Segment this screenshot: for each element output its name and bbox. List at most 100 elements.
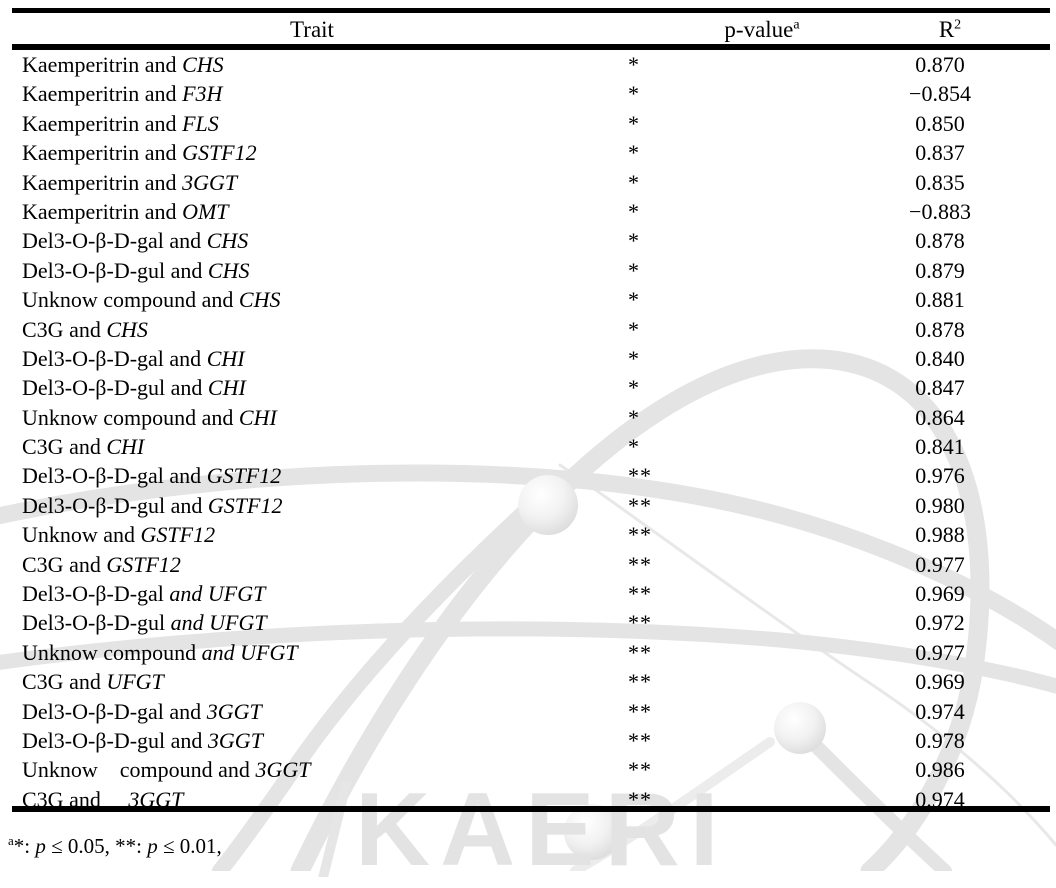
cell-trait: C3G and UFGT [22, 667, 164, 696]
table-row: Kaemperitrin and GSTF12 * 0.837 [0, 138, 1056, 167]
cell-r2-value: 0.878 [915, 316, 965, 342]
cell-p-value: * [628, 110, 640, 136]
cell-p-value: * [628, 169, 640, 195]
trait-conjunction: and [169, 581, 203, 607]
trait-compound: Del3-O-β-D-gal [22, 345, 164, 371]
trait-conjunction: and [170, 610, 204, 636]
trait-conjunction: and [69, 316, 101, 342]
cell-p-value: ** [628, 669, 652, 695]
table-bottom-rule [12, 806, 1050, 812]
trait-conjunction: and [169, 463, 202, 489]
trait-compound: C3G [22, 316, 64, 342]
cell-r2-value: 0.878 [915, 228, 965, 254]
column-header-trait: Trait [290, 17, 334, 42]
trait-gene: UFGT [240, 639, 298, 665]
cell-trait: C3G and GSTF12 [22, 550, 181, 579]
cell-p-value: ** [628, 757, 652, 783]
cell-r2-value: 0.969 [915, 581, 965, 607]
trait-gene: CHS [238, 287, 281, 313]
footnote-value-2: 0.01, [179, 834, 222, 858]
trait-gene: CHS [182, 52, 224, 77]
table-row: C3G and GSTF12 ** 0.977 [0, 550, 1056, 579]
trait-compound: Kaemperitrin [22, 140, 140, 166]
cell-p-value: * [628, 345, 640, 371]
cell-r2-value: 0.976 [915, 463, 965, 489]
trait-compound: Unknow compound [22, 287, 197, 313]
table-row: Kaemperitrin and F3H * −0.854 [0, 79, 1056, 108]
trait-compound: Del3-O-β-D-gal [22, 463, 164, 489]
table-row: C3G and UFGT ** 0.969 [0, 667, 1056, 696]
cell-trait: Del3-O-β-D-gul and UFGT [22, 608, 267, 637]
trait-gene: 3GGT [206, 698, 262, 724]
cell-r2-value: 0.977 [915, 639, 965, 665]
cell-p-value: ** [628, 698, 652, 724]
cell-r2-value: 0.847 [915, 375, 965, 401]
cell-r2-value: 0.978 [915, 727, 965, 753]
cell-trait: Unknow and GSTF12 [22, 520, 215, 549]
cell-p-value: ** [628, 610, 652, 636]
trait-compound: Unknow [22, 757, 98, 783]
trait-gene: 3GGT [182, 169, 238, 195]
trait-conjunction: and [69, 551, 101, 577]
trait-gene: GSTF12 [207, 492, 283, 518]
footnote-operator-2: ≤ [157, 834, 180, 858]
cell-r2-value: 0.881 [915, 287, 965, 313]
table-row: Unknow and GSTF12 ** 0.988 [0, 520, 1056, 549]
cell-r2-value: 0.835 [915, 169, 965, 195]
cell-trait: Kaemperitrin and FLS [22, 109, 219, 138]
cell-trait: C3G and CHS [22, 315, 148, 344]
trait-compound: Unknow [22, 522, 98, 548]
table-row: Unknow compound and 3GGT ** 0.986 [0, 755, 1056, 784]
cell-trait: Del3-O-β-D-gul and 3GGT [22, 726, 263, 755]
trait-gene: GSTF12 [106, 551, 181, 577]
cell-p-value: * [628, 198, 640, 224]
cell-p-value: ** [628, 581, 652, 607]
cell-r2-value: 0.841 [915, 434, 965, 460]
trait-gene: GSTF12 [182, 140, 257, 166]
trait-compound-continued: compound [119, 757, 213, 783]
cell-trait: Kaemperitrin and GSTF12 [22, 138, 257, 167]
footnote-part2: **: [115, 834, 148, 858]
cell-p-value: ** [628, 639, 652, 665]
cell-p-value: * [628, 140, 640, 166]
trait-conjunction: and [170, 492, 203, 518]
table-row: Del3-O-β-D-gal and CHI * 0.840 [0, 344, 1056, 373]
trait-gene: 3GGT [255, 757, 311, 783]
trait-gene: UFGT [209, 610, 267, 636]
footnote-value-1: 0.05, [67, 834, 116, 858]
cell-r2-value: 0.864 [915, 404, 965, 430]
cell-trait: C3G and CHI [22, 432, 144, 461]
trait-conjunction: and [218, 757, 250, 783]
cell-p-value: * [628, 228, 640, 254]
trait-gene: CHS [106, 316, 148, 342]
cell-r2-value: 0.969 [915, 669, 965, 695]
table-row: Unknow compound and CHI * 0.864 [0, 403, 1056, 432]
table-row: Del3-O-β-D-gal and 3GGT ** 0.974 [0, 697, 1056, 726]
column-header-r2-text: R [938, 17, 955, 42]
table-row: Del3-O-β-D-gul and UFGT ** 0.972 [0, 608, 1056, 637]
cell-trait: Del3-O-β-D-gul and CHS [22, 256, 249, 285]
cell-p-value: * [628, 404, 640, 430]
cell-p-value: * [628, 257, 640, 283]
trait-compound: Kaemperitrin [22, 169, 140, 195]
trait-conjunction: and [201, 287, 234, 313]
cell-p-value: * [628, 81, 640, 107]
trait-compound: Kaemperitrin [22, 110, 140, 136]
trait-conjunction: and [201, 639, 235, 665]
footnote-operator-1: ≤ [45, 834, 68, 858]
cell-p-value: ** [628, 522, 652, 548]
cell-trait: Kaemperitrin and F3H [22, 79, 222, 108]
trait-compound: C3G [22, 669, 64, 695]
cell-trait: Unknow compound and 3GGT [22, 755, 310, 784]
trait-compound: Unknow compound [22, 404, 197, 430]
table-row: C3G and CHI * 0.841 [0, 432, 1056, 461]
column-header-r2-superscript: 2 [954, 17, 962, 33]
cell-trait: Unknow compound and CHS [22, 285, 280, 314]
trait-conjunction: and [144, 169, 177, 195]
trait-conjunction: and [169, 228, 202, 254]
trait-compound: C3G [22, 551, 64, 577]
cell-p-value: * [628, 316, 640, 342]
trait-gene: GSTF12 [206, 463, 282, 489]
trait-conjunction: and [69, 434, 101, 460]
table-row: Unknow compound and CHS * 0.881 [0, 285, 1056, 314]
